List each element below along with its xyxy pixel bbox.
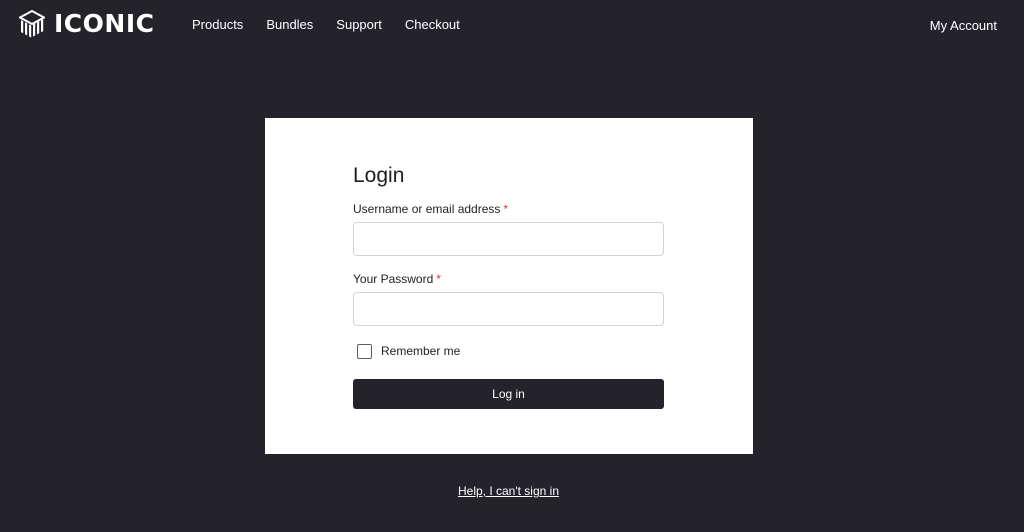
my-account-link[interactable]: My Account [930, 18, 997, 34]
username-label: Username or email address * [353, 201, 664, 217]
login-title: Login [353, 164, 405, 187]
top-navigation-bar: ICONIC Products Bundles Support Checkout… [0, 0, 1024, 52]
login-button[interactable]: Log in [353, 379, 664, 409]
login-card: Login Username or email address * Your Pa… [265, 118, 753, 454]
required-marker: * [436, 272, 441, 286]
brand-logo[interactable]: ICONIC [19, 10, 154, 38]
help-cant-sign-in-link[interactable]: Help, I can't sign in [0, 483, 1017, 499]
nav-link-checkout[interactable]: Checkout [405, 17, 460, 33]
remember-me-row: Remember me [357, 343, 664, 359]
remember-me-label[interactable]: Remember me [381, 343, 460, 359]
username-label-text: Username or email address [353, 202, 501, 216]
nav-link-products[interactable]: Products [192, 17, 243, 33]
required-marker: * [503, 202, 509, 216]
cube-stripes-icon [19, 10, 45, 38]
main-nav: Products Bundles Support Checkout [192, 17, 483, 33]
nav-link-support[interactable]: Support [336, 17, 382, 33]
password-label-text: Your Password [353, 272, 434, 286]
username-input[interactable] [353, 222, 664, 256]
password-input[interactable] [353, 292, 664, 326]
remember-me-checkbox[interactable] [357, 343, 372, 359]
brand-name: ICONIC [54, 9, 155, 38]
nav-link-bundles[interactable]: Bundles [266, 17, 313, 33]
login-form: Login Username or email address * Your Pa… [353, 162, 664, 409]
password-label: Your Password * [353, 271, 664, 287]
